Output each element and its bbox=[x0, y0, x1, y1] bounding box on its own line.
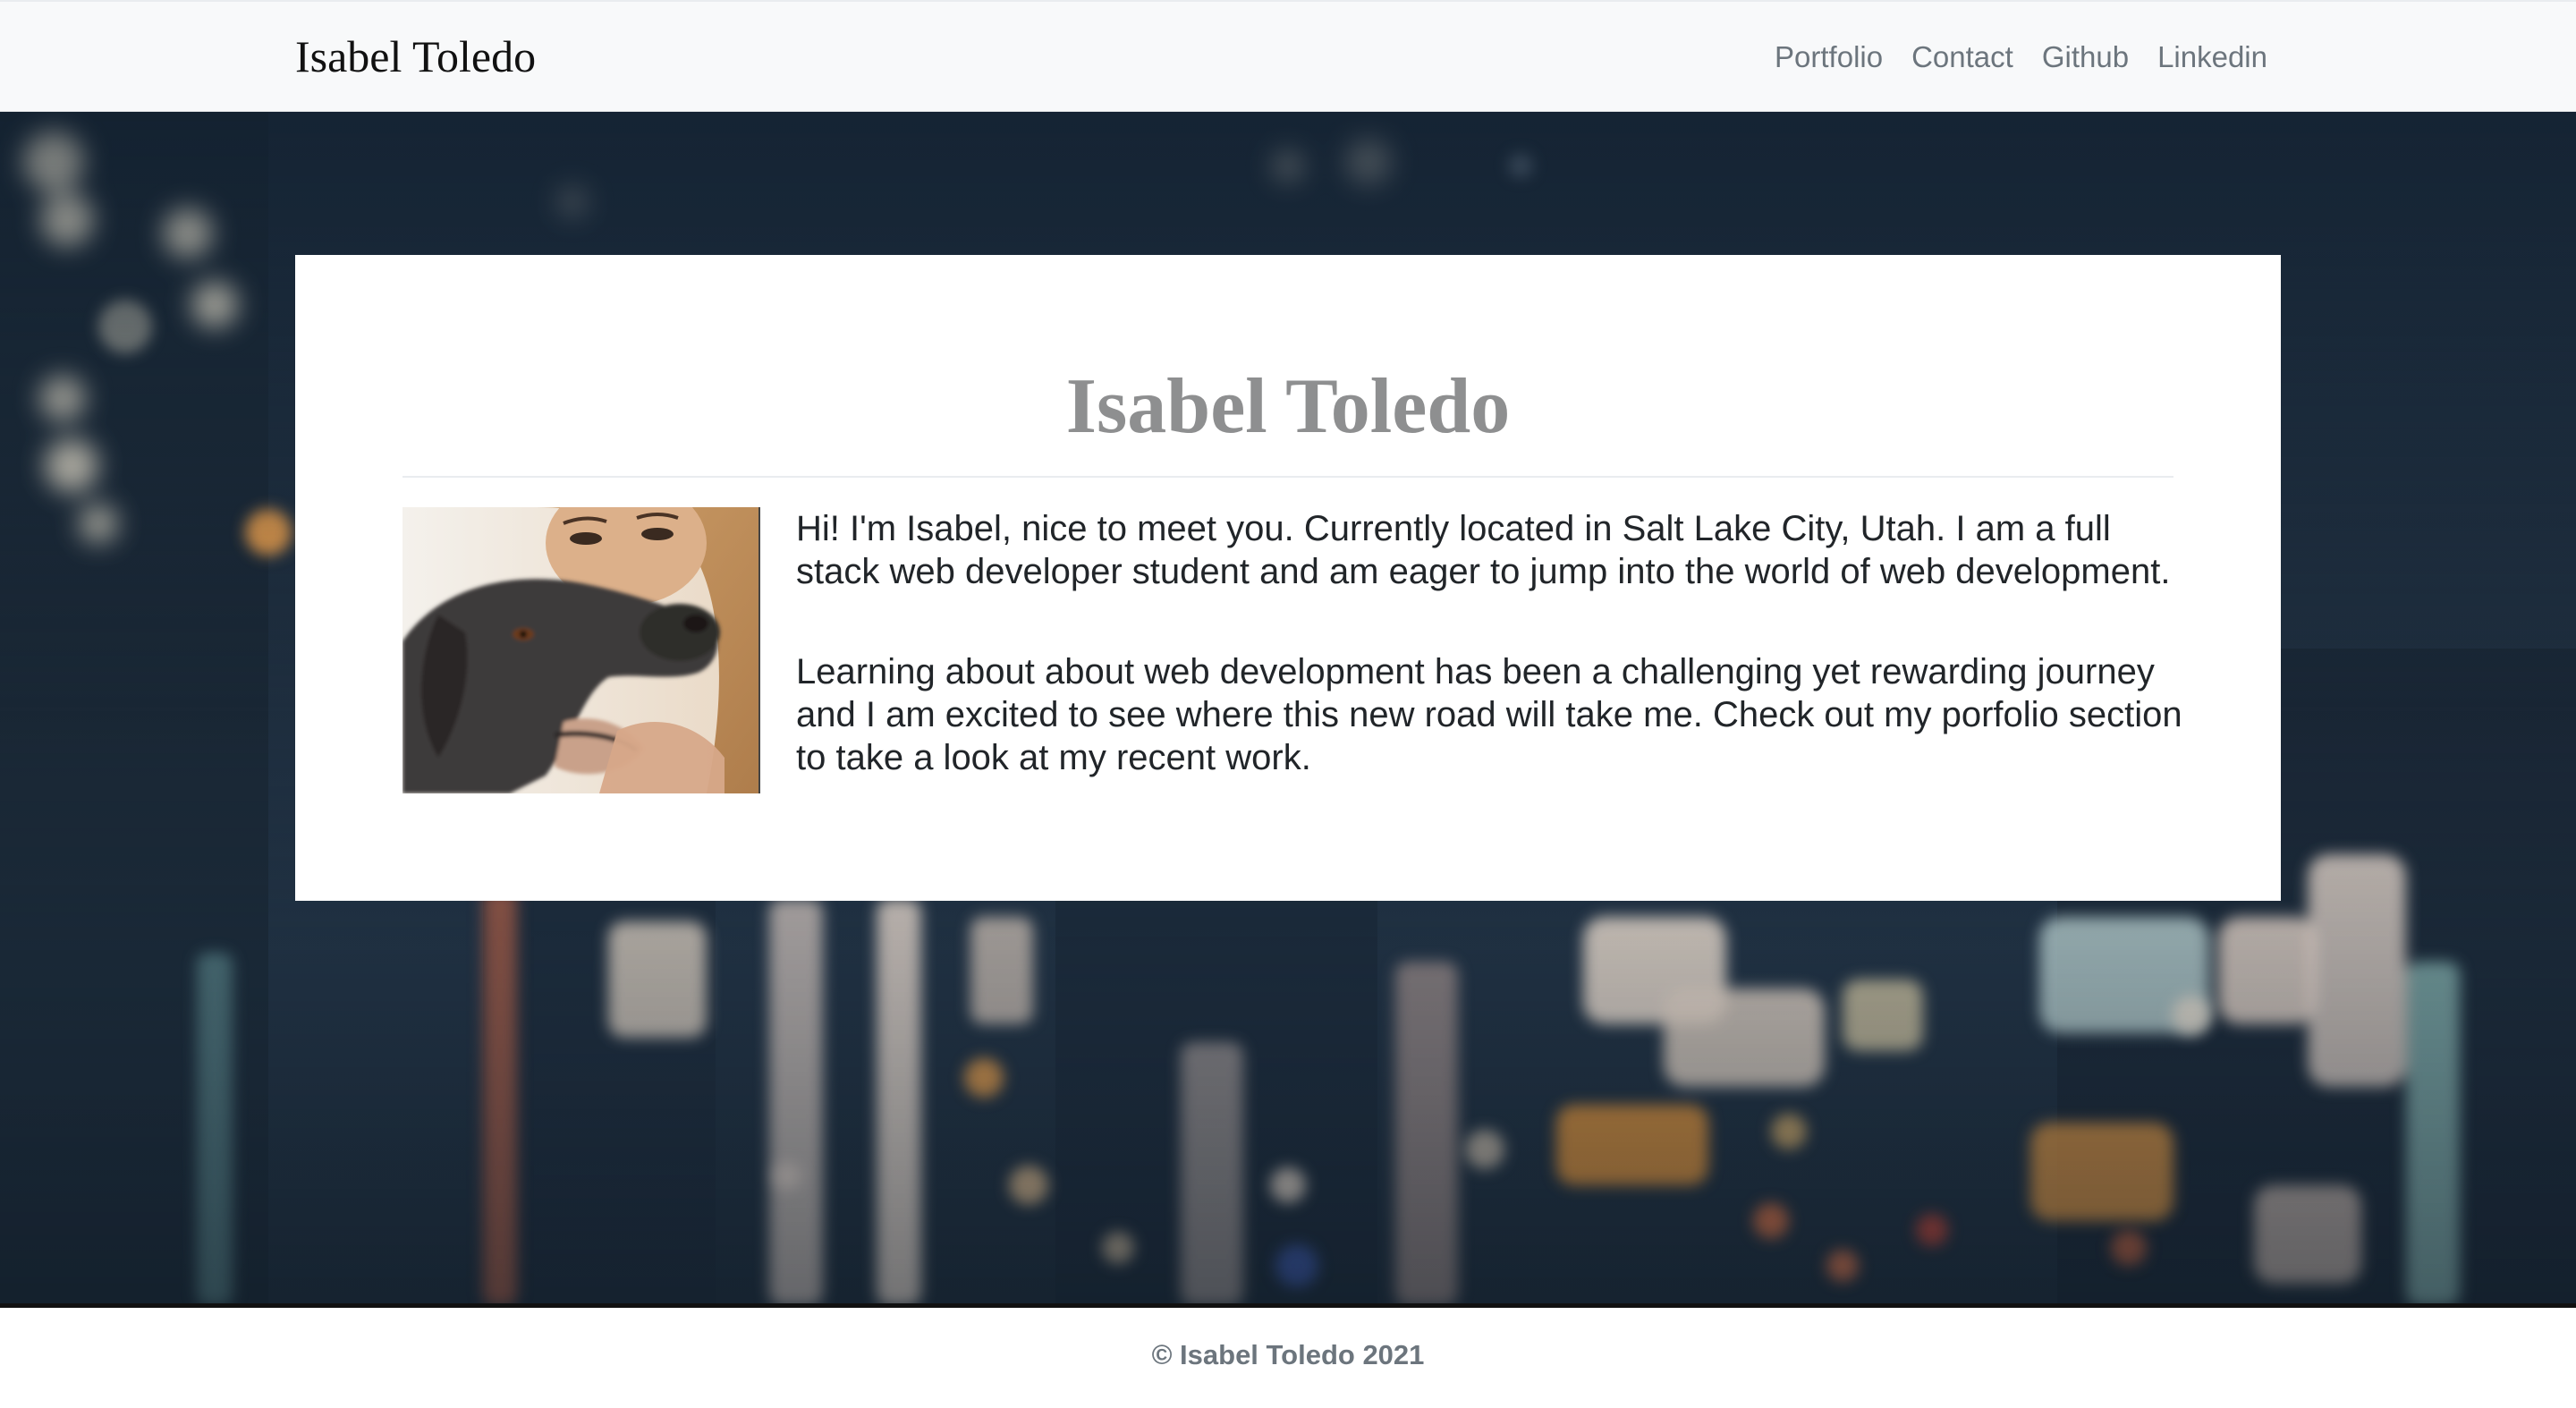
footer-copyright: © Isabel Toledo 2021 bbox=[1151, 1339, 1425, 1370]
woman-with-dog-photo bbox=[402, 507, 758, 793]
navbar: Isabel Toledo Portfolio Contact Github L… bbox=[0, 0, 2576, 112]
profile-photo bbox=[402, 507, 760, 793]
title-divider bbox=[402, 476, 2174, 478]
brand-link[interactable]: Isabel Toledo bbox=[295, 27, 536, 86]
nav-links: Portfolio Contact Github Linkedin bbox=[1775, 36, 2267, 79]
nav-link-github[interactable]: Github bbox=[2042, 36, 2129, 79]
bio-text: Hi! I'm Isabel, nice to meet you. Curren… bbox=[796, 507, 2191, 836]
about-title: Isabel Toledo bbox=[1065, 363, 1511, 450]
footer: © Isabel Toledo 2021 bbox=[0, 1308, 2576, 1408]
bio-paragraph-journey: Learning about about web development has… bbox=[796, 652, 2182, 777]
about-card: Isabel Toledo Hi! I'm Isabel, nice to me… bbox=[295, 255, 2281, 901]
nav-link-linkedin[interactable]: Linkedin bbox=[2157, 36, 2267, 79]
bio-paragraph-intro: Hi! I'm Isabel, nice to meet you. Curren… bbox=[796, 509, 2171, 591]
nav-link-portfolio[interactable]: Portfolio bbox=[1775, 36, 1883, 79]
nav-link-contact[interactable]: Contact bbox=[1911, 36, 2013, 79]
